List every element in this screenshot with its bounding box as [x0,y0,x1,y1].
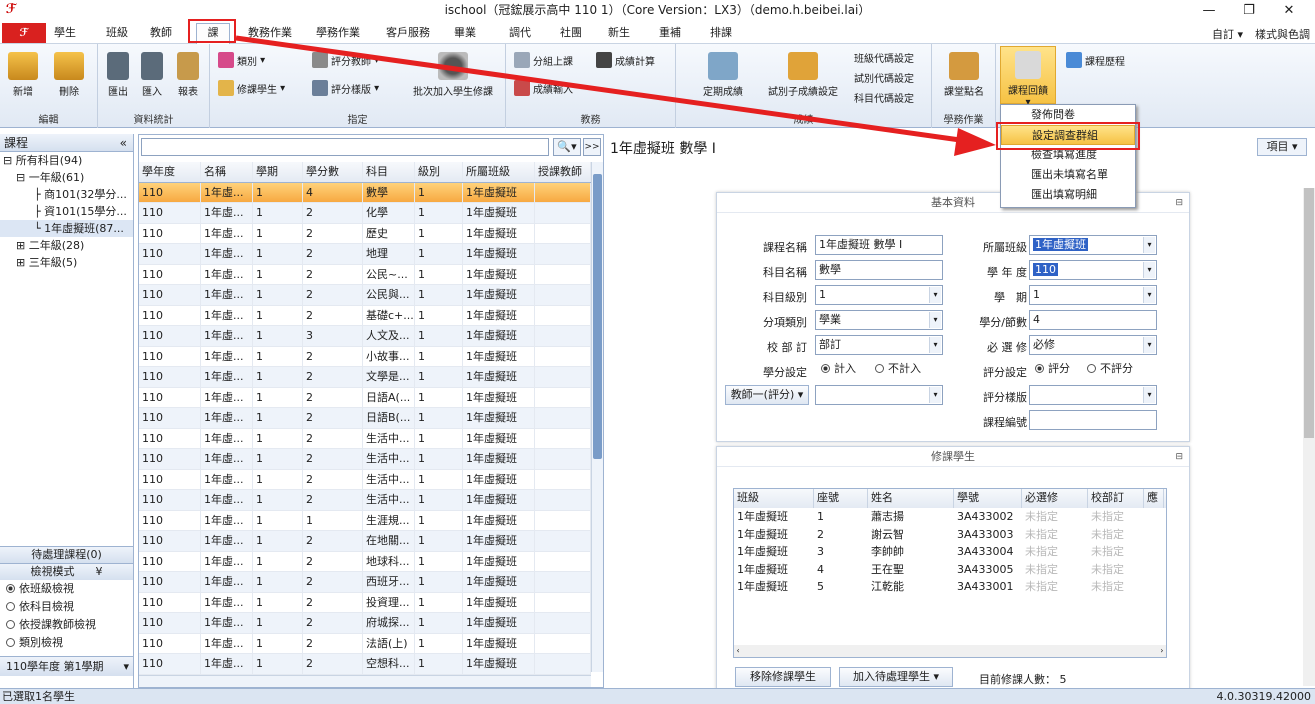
status-text: 已選取1名學生 [2,690,75,703]
status-bar: 已選取1名學生 4.0.30319.42000 [0,688,1315,704]
annotation-arrow-icon [235,35,996,156]
version-text: 4.0.30319.42000 [1216,690,1311,703]
